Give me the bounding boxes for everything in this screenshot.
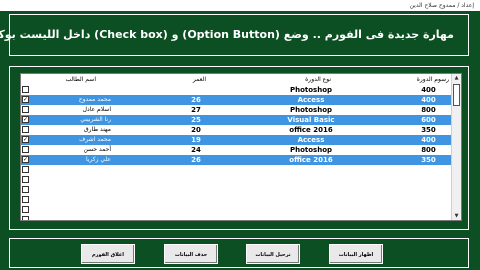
- cell-name: محمد اشرف: [79, 136, 111, 143]
- cell-course: Photoshop: [289, 106, 333, 114]
- cell-name: أحمد حسن: [83, 146, 111, 153]
- cell-name: اسلام عادل: [82, 106, 111, 113]
- delete-data-button[interactable]: حذف البيانات: [164, 244, 218, 264]
- row-checkbox[interactable]: [22, 126, 29, 133]
- row-checkbox[interactable]: [22, 216, 29, 220]
- list-item[interactable]: [21, 215, 451, 220]
- list-item[interactable]: 800 Photoshop 27 اسلام عادل: [21, 105, 451, 115]
- list-item[interactable]: 800 Photoshop 24 أحمد حسن: [21, 145, 451, 155]
- cell-fee: 400: [421, 96, 436, 104]
- row-checkbox[interactable]: [22, 106, 29, 113]
- close-form-button[interactable]: اغلاق الفورم: [81, 244, 135, 264]
- row-checkbox[interactable]: ✓: [22, 136, 29, 143]
- row-checkbox[interactable]: ✓: [22, 156, 29, 163]
- col-header-age: العمر: [192, 76, 206, 83]
- cell-fee: 800: [421, 146, 436, 154]
- row-checkbox[interactable]: [22, 186, 29, 193]
- title-bar: إعداد / ممدوح صلاح الدين: [0, 0, 480, 11]
- cell-course: Access: [297, 96, 325, 104]
- cell-course: office 2016: [289, 156, 333, 164]
- cell-course: Photoshop: [289, 86, 333, 94]
- col-header-course: نوع الدورة: [305, 76, 331, 83]
- list-item[interactable]: ✓ 400 Access 26 محمد ممدوح: [21, 95, 451, 105]
- scroll-up-icon[interactable]: ▲: [452, 75, 461, 81]
- cell-age: 26: [191, 156, 201, 164]
- row-checkbox[interactable]: [22, 206, 29, 213]
- row-checkbox[interactable]: [22, 146, 29, 153]
- row-checkbox[interactable]: [22, 196, 29, 203]
- list-item[interactable]: ✓ 350 office 2016 26 علي زكريا: [21, 155, 451, 165]
- show-data-button[interactable]: اظهار البيانات: [329, 244, 383, 264]
- list-item[interactable]: [21, 185, 451, 195]
- cell-fee: 800: [421, 106, 436, 114]
- row-checkbox[interactable]: [22, 176, 29, 183]
- transfer-data-button[interactable]: ترحيل البيانات: [246, 244, 300, 264]
- cell-name: محمد ممدوح: [78, 96, 111, 103]
- page-heading: مهارة جديدة فى الفورم .. وضع (Option But…: [0, 28, 454, 41]
- col-header-name: اسم الطالب: [65, 76, 96, 83]
- row-checkbox[interactable]: ✓: [22, 96, 29, 103]
- list-item[interactable]: 350 office 2016 20 مهند طارق: [21, 125, 451, 135]
- cell-age: 24: [191, 146, 201, 154]
- cell-age: 26: [191, 96, 201, 104]
- cell-fee: 350: [421, 126, 436, 134]
- cell-course: office 2016: [289, 126, 333, 134]
- row-checkbox[interactable]: ✓: [22, 116, 29, 123]
- scroll-thumb[interactable]: [453, 84, 460, 106]
- cell-course: Access: [297, 136, 325, 144]
- cell-fee: 400: [421, 86, 436, 94]
- row-checkbox[interactable]: [22, 86, 29, 93]
- cell-age: 20: [191, 126, 201, 134]
- list-item[interactable]: [21, 165, 451, 175]
- cell-age: 19: [191, 136, 201, 144]
- list-item[interactable]: [21, 205, 451, 215]
- cell-course: Visual Basic: [287, 116, 335, 124]
- list-item[interactable]: [21, 175, 451, 185]
- cell-course: Photoshop: [289, 146, 333, 154]
- col-header-fee: رسوم الدورة: [416, 76, 449, 83]
- cell-age: 25: [191, 116, 201, 124]
- list-item[interactable]: ✓ 400 Access 19 محمد اشرف: [21, 135, 451, 145]
- cell-name: علي زكريا: [85, 156, 111, 163]
- cell-fee: 350: [421, 156, 436, 164]
- scroll-down-icon[interactable]: ▼: [452, 213, 461, 219]
- window-title: إعداد / ممدوح صلاح الدين: [409, 2, 474, 9]
- cell-fee: 400: [421, 136, 436, 144]
- cell-name: رنا الشربيني: [80, 116, 111, 123]
- list-item[interactable]: [21, 195, 451, 205]
- students-listbox[interactable]: رسوم الدورة نوع الدورة العمر اسم الطالب …: [20, 73, 462, 221]
- vertical-scrollbar[interactable]: ▲ ▼: [451, 74, 461, 220]
- list-item[interactable]: ✓ 600 Visual Basic 25 رنا الشربيني: [21, 115, 451, 125]
- heading-frame: مهارة جديدة فى الفورم .. وضع (Option But…: [0, 14, 469, 56]
- list-header: رسوم الدورة نوع الدورة العمر اسم الطالب: [21, 74, 451, 85]
- cell-name: مهند طارق: [83, 126, 111, 133]
- row-checkbox[interactable]: [22, 166, 29, 173]
- list-item[interactable]: 400 Photoshop: [21, 85, 451, 95]
- cell-age: 27: [191, 106, 201, 114]
- cell-fee: 600: [421, 116, 436, 124]
- button-frame: [9, 238, 469, 268]
